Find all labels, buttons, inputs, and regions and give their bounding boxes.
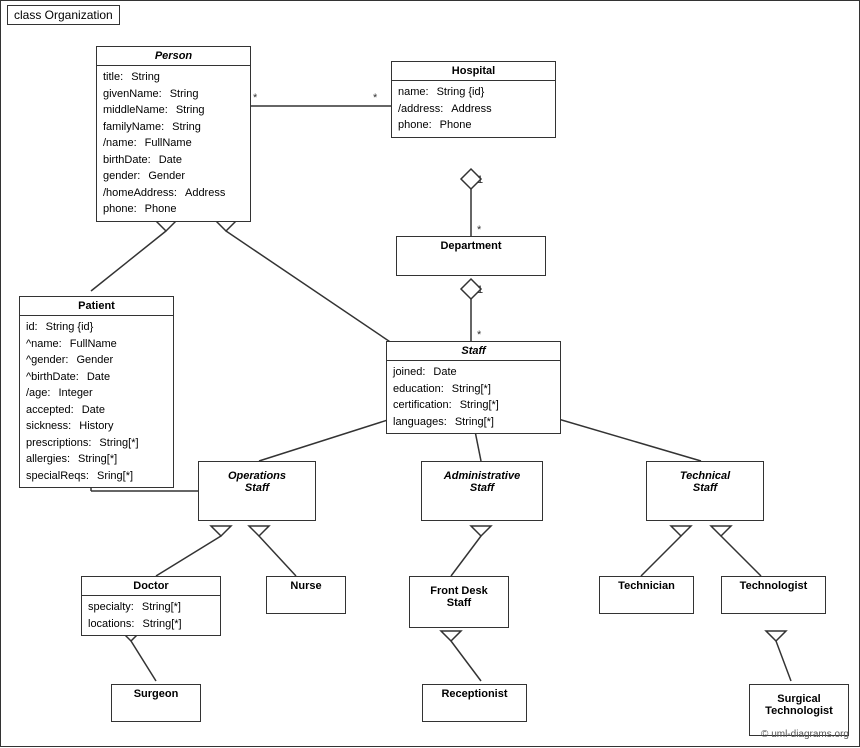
svg-text:*: * <box>373 92 378 104</box>
person-body: title:String givenName:String middleName… <box>97 66 250 221</box>
technical-staff-class: TechnicalStaff <box>646 461 764 521</box>
department-title: Department <box>397 237 545 255</box>
nurse-class: Nurse <box>266 576 346 614</box>
doctor-title: Doctor <box>82 577 220 596</box>
patient-body: id:String {id} ^name:FullName ^gender:Ge… <box>20 316 173 487</box>
technician-class: Technician <box>599 576 694 614</box>
doctor-body: specialty:String[*] locations:String[*] <box>82 596 220 635</box>
administrative-staff-class: AdministrativeStaff <box>421 461 543 521</box>
doctor-class: Doctor specialty:String[*] locations:Str… <box>81 576 221 636</box>
diagram-title: class Organization <box>7 5 120 25</box>
receptionist-class: Receptionist <box>422 684 527 722</box>
front-desk-staff-class: Front DeskStaff <box>409 576 509 628</box>
technician-title: Technician <box>600 577 693 595</box>
hospital-body: name:String {id} /address:Address phone:… <box>392 81 555 137</box>
surgeon-class: Surgeon <box>111 684 201 722</box>
svg-text:*: * <box>253 92 258 104</box>
technologist-class: Technologist <box>721 576 826 614</box>
receptionist-title: Receptionist <box>423 685 526 703</box>
svg-text:1: 1 <box>477 174 483 186</box>
hospital-class: Hospital name:String {id} /address:Addre… <box>391 61 556 138</box>
hospital-title: Hospital <box>392 62 555 81</box>
technologist-title: Technologist <box>722 577 825 595</box>
copyright: © uml-diagrams.org <box>761 729 849 740</box>
surgeon-title: Surgeon <box>112 685 200 703</box>
person-title: Person <box>97 47 250 66</box>
svg-text:1: 1 <box>477 284 483 296</box>
technical-staff-title: TechnicalStaff <box>647 462 763 502</box>
patient-class: Patient id:String {id} ^name:FullName ^g… <box>19 296 174 488</box>
staff-title: Staff <box>387 342 560 361</box>
staff-class: Staff joined:Date education:String[*] ce… <box>386 341 561 434</box>
administrative-staff-title: AdministrativeStaff <box>422 462 542 502</box>
surgical-technologist-title: SurgicalTechnologist <box>750 685 848 725</box>
nurse-title: Nurse <box>267 577 345 595</box>
diagram-container: class Organization * * 1 * 1 * <box>0 0 860 747</box>
staff-body: joined:Date education:String[*] certific… <box>387 361 560 433</box>
svg-text:*: * <box>477 329 482 341</box>
person-class: Person title:String givenName:String mid… <box>96 46 251 222</box>
front-desk-staff-title: Front DeskStaff <box>410 577 508 617</box>
operations-staff-title: OperationsStaff <box>199 462 315 502</box>
svg-text:*: * <box>477 224 482 236</box>
operations-staff-class: OperationsStaff <box>198 461 316 521</box>
department-class: Department <box>396 236 546 276</box>
patient-title: Patient <box>20 297 173 316</box>
